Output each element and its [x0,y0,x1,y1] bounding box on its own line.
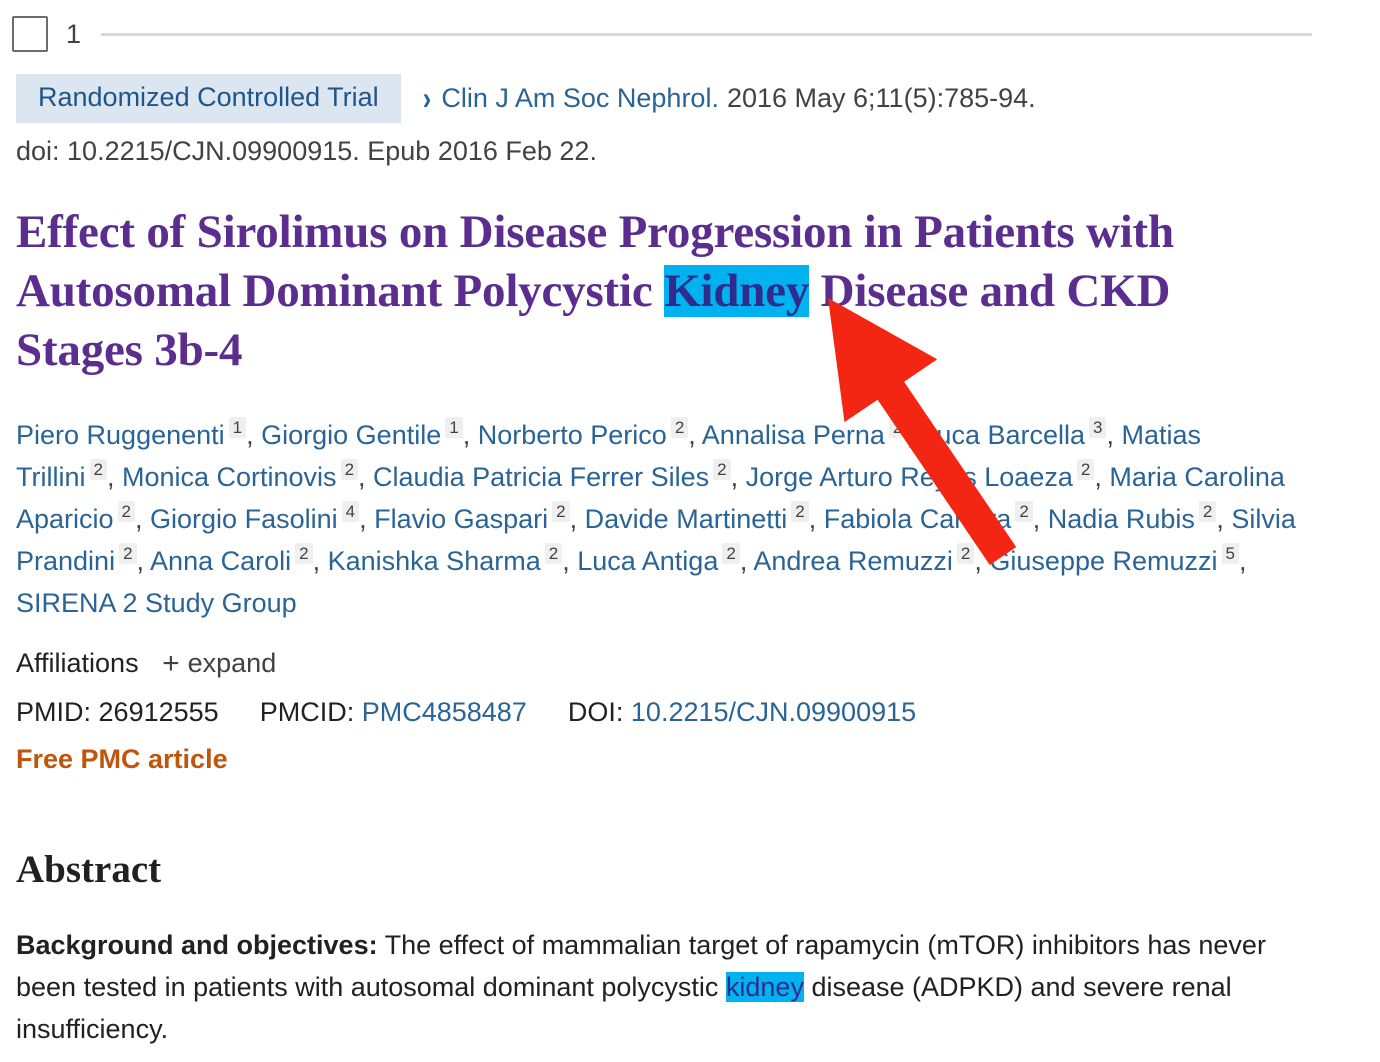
author-affiliation-marker[interactable]: 2 [722,543,740,564]
author-link[interactable]: Anna Caroli [150,546,291,576]
abstract-highlight: kidney [725,972,804,1003]
author-affiliation-marker[interactable]: 3 [1089,417,1107,438]
author-affiliation-marker[interactable]: 2 [1076,459,1095,480]
result-header-row: 1 [0,0,1380,52]
header-divider [101,32,1312,36]
plus-icon: + [162,647,180,680]
author-affiliation-marker[interactable]: 2 [295,543,313,564]
citation-doi-line: doi: 10.2215/CJN.09900915. Epub 2016 Feb… [16,136,597,166]
author-separator: , [136,546,151,576]
author-separator: , [1032,504,1048,534]
author-link[interactable]: Nadia Rubis [1048,504,1195,534]
author-link[interactable]: Davide Martinetti [585,504,788,534]
affiliations-row: Affiliations + expand [0,644,1380,683]
journal-link[interactable]: Clin J Am Soc Nephrol. [441,83,719,114]
author-separator: , [462,420,478,450]
doi-link[interactable]: 10.2215/CJN.09900915 [631,697,916,727]
author-link[interactable]: Giorgio Fasolini [150,504,338,534]
pmcid-link[interactable]: PMC4858487 [362,697,527,727]
author-link[interactable]: Flavio Gaspari [374,504,548,534]
author-separator: , [106,462,122,492]
result-select-checkbox[interactable] [12,16,48,52]
author-separator: , [359,504,375,534]
author-affiliation-marker[interactable]: 2 [552,501,570,522]
author-separator: , [246,420,262,450]
author-list: Piero Ruggenenti 1, Giorgio Gentile 1, Nor… [0,414,1296,624]
author-affiliation-marker[interactable]: 1 [228,417,247,438]
author-affiliation-marker[interactable]: 2 [89,459,107,480]
author-affiliation-marker[interactable]: 2 [544,543,563,564]
author-separator: , [569,504,585,534]
author-link[interactable]: Luca Antiga [577,546,718,576]
affiliations-label: Affiliations [16,648,139,678]
author-separator: , [808,504,824,534]
author-separator: , [358,462,374,492]
author-link[interactable]: SIRENA 2 Study Group [16,588,297,618]
author-affiliation-marker[interactable]: 5 [1221,543,1239,564]
author-link[interactable]: Claudia Patricia Ferrer Siles [373,462,709,492]
author-affiliation-marker[interactable]: 2 [340,459,359,480]
author-separator: , [739,546,754,576]
author-separator: , [1216,504,1232,534]
author-affiliation-marker[interactable]: 4 [341,501,360,522]
identifiers-row: PMID: 26912555 PMCID: PMC4858487 DOI: 10… [0,693,1380,731]
author-separator: , [906,420,922,450]
article-title-highlight: Kidney [664,265,810,317]
author-link[interactable]: Monica Cortinovis [122,462,337,492]
author-link[interactable]: Piero Ruggenenti [16,420,225,450]
author-separator: , [730,462,746,492]
abstract-heading: Abstract [16,848,162,891]
author-separator: , [135,504,151,534]
author-affiliation-marker[interactable]: 2 [888,417,907,438]
author-affiliation-marker[interactable]: 2 [1198,501,1217,522]
expand-affiliations-label: expand [187,648,277,678]
publication-type-badge[interactable]: Randomized Controlled Trial [16,74,401,123]
author-separator: , [1094,462,1110,492]
author-separator: , [1106,420,1122,450]
author-link[interactable]: Kanishka Sharma [328,546,541,576]
author-link[interactable]: Jorge Arturo Reyes Loaeza [746,462,1073,492]
author-affiliation-marker[interactable]: 2 [117,501,136,522]
pmcid-label: PMCID: [259,697,355,727]
author-affiliation-marker[interactable]: 2 [119,543,137,564]
pmid-value: 26912555 [98,697,219,727]
author-affiliation-marker[interactable]: 2 [956,543,975,564]
pmid-label: PMID: [16,697,92,727]
citation-issue-text: 2016 May 6;11(5):785-94. [726,83,1036,113]
author-link[interactable]: Fabiola Carrara [824,504,1012,534]
author-separator: , [688,420,702,450]
author-affiliation-marker[interactable]: 2 [791,501,809,522]
abstract-body: Background and objectives: The effect of… [0,924,1322,1050]
author-affiliation-marker[interactable]: 2 [713,459,731,480]
author-separator: , [1238,546,1247,576]
author-link[interactable]: Giuseppe Remuzzi [989,546,1217,576]
author-separator: , [312,546,328,576]
abstract-section-label: Background and objectives: [16,930,378,961]
author-link[interactable]: Annalisa Perna [702,420,885,450]
result-index-label: 1 [66,18,82,49]
author-link[interactable]: Giorgio Gentile [261,420,441,450]
citation-block: Randomized Controlled Trial › Clin J Am … [0,74,1380,167]
author-link[interactable]: Andrea Remuzzi [753,546,953,576]
chevron-right-icon: › [422,79,432,117]
citation-line-primary: Randomized Controlled Trial › Clin J Am … [16,74,1380,123]
free-pmc-article-badge[interactable]: Free PMC article [0,744,1380,775]
author-affiliation-marker[interactable]: 2 [670,417,689,438]
expand-affiliations-button[interactable]: + expand [162,647,277,680]
author-separator: , [562,546,578,576]
author-link[interactable]: Norberto Perico [478,420,667,450]
doi-label: DOI: [567,697,624,727]
author-affiliation-marker[interactable]: 2 [1015,501,1033,522]
author-separator: , [974,546,990,576]
article-title[interactable]: Effect of Sirolimus on Disease Progressi… [0,203,1301,380]
author-affiliation-marker[interactable]: 1 [445,417,463,438]
author-link[interactable]: Luca Barcella [921,420,1085,450]
